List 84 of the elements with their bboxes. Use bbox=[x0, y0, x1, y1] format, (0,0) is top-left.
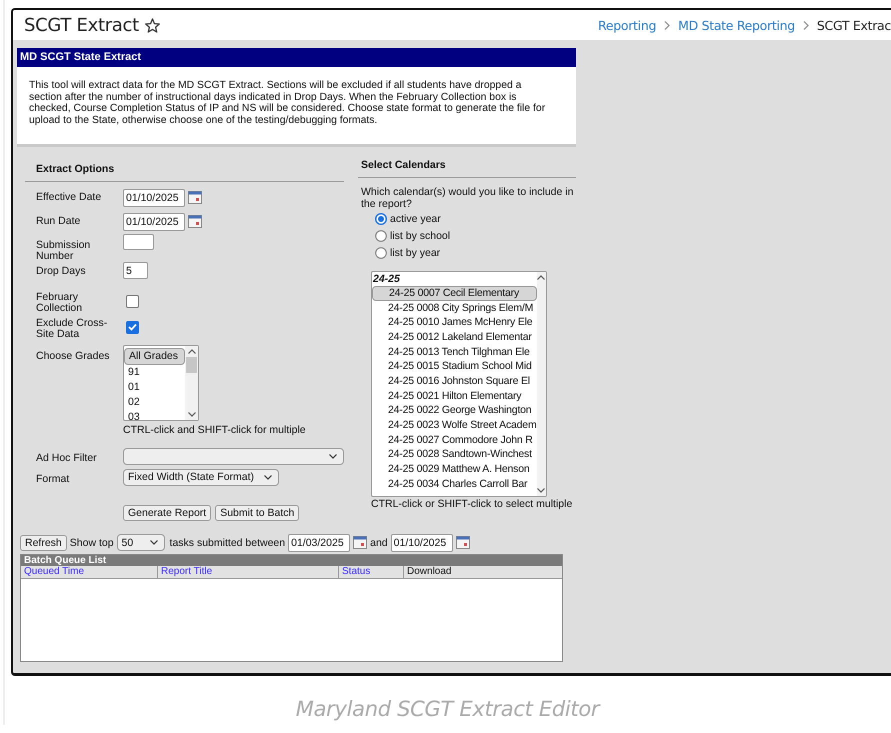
breadcrumb-link[interactable]: MD State Reporting bbox=[678, 18, 795, 32]
calendar-option[interactable]: 24-25 0029 Matthew A. Henson bbox=[372, 462, 536, 477]
calendar-option[interactable]: 24-25 0028 Sandtown-Winchest bbox=[372, 447, 536, 462]
grade-option[interactable]: All Grades bbox=[124, 348, 186, 365]
calendar-option[interactable]: 24-25 0022 George Washington bbox=[372, 403, 536, 418]
radio-button[interactable] bbox=[375, 212, 387, 225]
dropdown[interactable] bbox=[123, 448, 344, 465]
dropdown[interactable]: Fixed Width (State Format) bbox=[123, 468, 280, 486]
number-field[interactable]: 5 bbox=[123, 262, 148, 279]
field-label: Run Date bbox=[36, 216, 82, 229]
refresh-button[interactable]: Refresh bbox=[20, 534, 67, 551]
calendar-option[interactable]: 24-25 0021 Hilton Elementary bbox=[372, 388, 536, 404]
calendar-option[interactable]: 24-25 0012 Lakeland Elementar bbox=[372, 330, 536, 345]
label-text: tasks submitted between bbox=[170, 536, 286, 549]
field-label: Exclude Cross-Site Data bbox=[36, 318, 108, 342]
radio-button[interactable] bbox=[375, 246, 387, 259]
field-label: Effective Date bbox=[36, 192, 102, 205]
star-icon[interactable] bbox=[144, 18, 160, 32]
radio-label[interactable]: list by year bbox=[390, 246, 440, 259]
calendar-option[interactable]: 24-25 0023 Wolfe Street Academ bbox=[372, 418, 536, 433]
chevron-icon bbox=[664, 20, 670, 30]
calendar-icon[interactable] bbox=[353, 536, 368, 550]
calendar-option[interactable]: 24-25 0007 Cecil Elementary bbox=[372, 286, 536, 300]
radio-label[interactable]: list by school bbox=[390, 230, 450, 242]
date-field[interactable]: 01/10/2025 bbox=[390, 534, 453, 552]
hint-text: CTRL-click and SHIFT-click for multiple bbox=[123, 424, 306, 436]
checkmark-icon bbox=[128, 323, 137, 332]
scrollbar[interactable] bbox=[536, 272, 546, 496]
calendar-option[interactable]: 24-25 0013 Tench Tilghman Ele bbox=[372, 344, 536, 360]
field-label: Submission Number bbox=[36, 240, 92, 264]
field-label: Ad Hoc Filter bbox=[36, 452, 98, 466]
scroll-thumb[interactable] bbox=[186, 356, 198, 373]
radio-button[interactable] bbox=[375, 230, 387, 242]
date-field[interactable]: 01/10/2025 bbox=[123, 212, 185, 231]
grade-option[interactable]: 91 bbox=[124, 364, 186, 380]
radio-label[interactable]: active year bbox=[390, 212, 441, 225]
question-text: Which calendar(s) would you like to include in the report? bbox=[360, 184, 574, 210]
breadcrumb-current: SCGT Extrac bbox=[816, 18, 891, 32]
calendar-option[interactable]: 24-25 0010 James McHenry Ele bbox=[372, 315, 536, 330]
table-title: Batch Queue List bbox=[21, 554, 562, 566]
field-label: Drop Days bbox=[36, 266, 87, 279]
grade-option[interactable]: 01 bbox=[124, 380, 186, 395]
action-button[interactable]: Generate Report bbox=[123, 504, 212, 521]
column-header[interactable]: Report Title bbox=[158, 566, 339, 578]
column-header[interactable]: Status bbox=[339, 566, 404, 578]
calendar-option[interactable]: 24-25 0015 Stadium School Mid bbox=[372, 359, 536, 374]
chevron-icon bbox=[802, 20, 809, 30]
figure-caption: Maryland SCGT Extract Editor bbox=[294, 697, 602, 721]
caret-icon bbox=[329, 454, 337, 459]
column-header: Download bbox=[406, 566, 452, 578]
panel-title: MD SCGT State Extract bbox=[17, 48, 576, 67]
field-label: Choose Grades bbox=[36, 350, 111, 364]
section-heading: Extract Options bbox=[25, 156, 344, 182]
calendar-option[interactable]: 24-25 0016 Johnston Square El bbox=[372, 374, 536, 389]
caret-icon bbox=[264, 474, 272, 480]
hint-text: CTRL-click or SHIFT-click to select multiple bbox=[370, 498, 574, 510]
label-text: Show top bbox=[70, 536, 114, 549]
calendar-icon[interactable] bbox=[188, 215, 202, 228]
date-field[interactable]: 01/03/2025 bbox=[288, 534, 350, 552]
label-text: and bbox=[370, 536, 388, 549]
checkbox[interactable] bbox=[126, 294, 139, 308]
page-title: SCGT Extract bbox=[24, 14, 139, 36]
field-label: Format bbox=[36, 474, 70, 487]
column-header[interactable]: Queued Time bbox=[21, 566, 158, 578]
calendar-icon[interactable] bbox=[188, 191, 202, 204]
grade-listbox[interactable]: All Grades 91 01 02 03 bbox=[123, 344, 200, 421]
date-field[interactable]: 01/10/2025 bbox=[123, 188, 185, 207]
field-label: February Collection bbox=[36, 292, 84, 316]
group-label: 24-25 bbox=[372, 272, 401, 286]
calendar-option[interactable]: 24-25 0008 City Springs Elem/M bbox=[372, 300, 536, 316]
calendar-option[interactable]: 24-25 0027 Commodore John R bbox=[372, 432, 536, 448]
checkbox[interactable] bbox=[126, 320, 139, 334]
description-text: This tool will extract data for the MD SCGT Extract. Sections will be excluded if all students have dropped a section after the number of instructional days indicated in Drop Days. When the February Collection box is checked, Course Completion Status of IP and NS will be considered. Choose state format to generate the file for upload to the State, otherwise choose one of the testing/debugging formats. bbox=[29, 80, 546, 127]
calendar-icon[interactable] bbox=[456, 536, 470, 550]
action-button[interactable]: Submit to Batch bbox=[215, 504, 300, 521]
section-heading: Select Calendars bbox=[358, 156, 576, 178]
breadcrumb-link[interactable]: Reporting bbox=[598, 18, 656, 32]
calendar-listbox[interactable] bbox=[371, 270, 547, 497]
text-field[interactable] bbox=[123, 234, 154, 250]
calendar-option[interactable]: 24-25 0034 Charles Carroll Bar bbox=[372, 476, 536, 492]
grade-option[interactable]: 02 bbox=[124, 394, 186, 410]
scrollbar[interactable] bbox=[185, 346, 198, 420]
caret-icon bbox=[150, 540, 158, 546]
count-dropdown[interactable]: 50 bbox=[116, 534, 165, 552]
